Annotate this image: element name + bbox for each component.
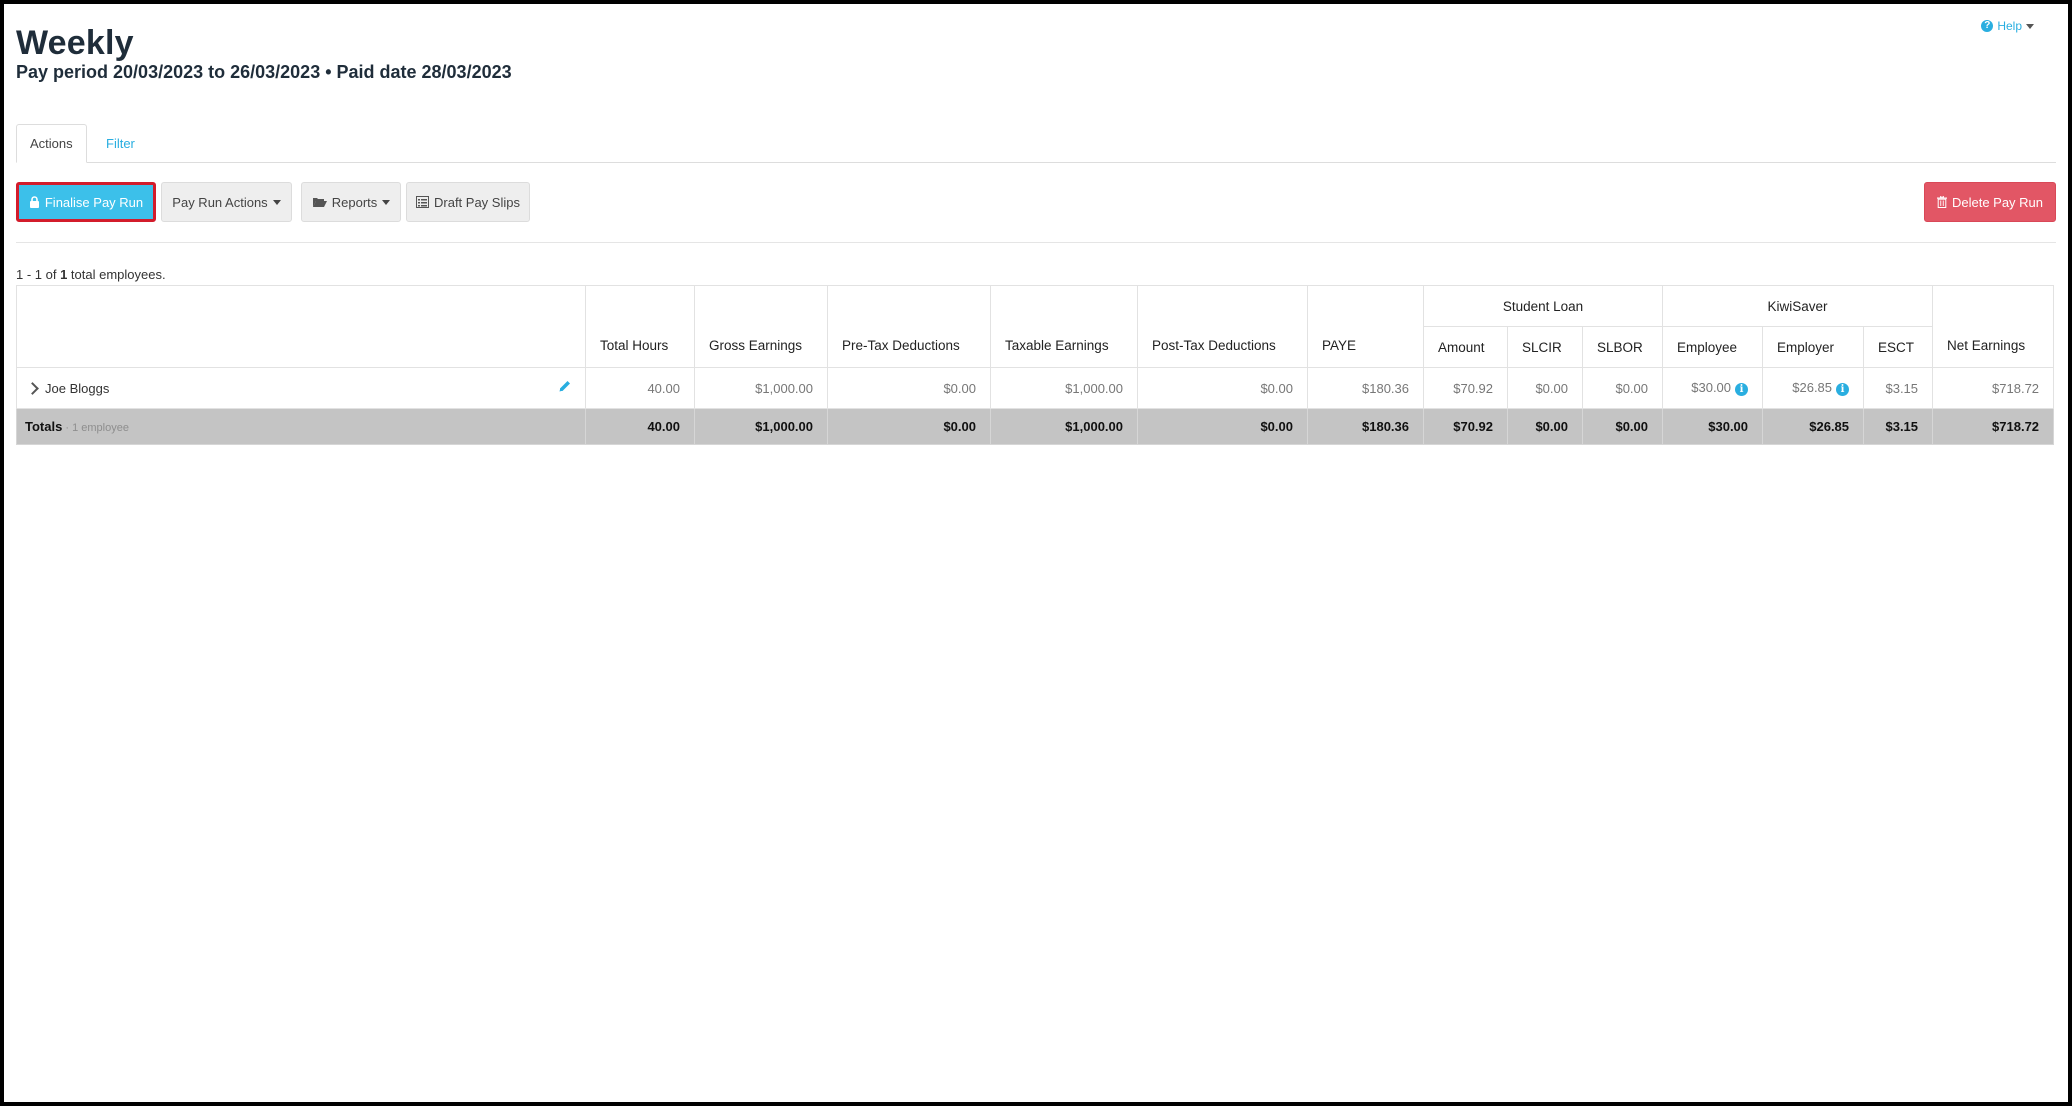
tab-filter[interactable]: Filter [92, 124, 149, 163]
cell-pre-tax-deductions: $0.00 [827, 367, 991, 409]
column-header-pre-tax-deductions: Pre-Tax Deductions [827, 285, 991, 368]
column-header-name [16, 285, 586, 368]
total-ks-employee: $30.00 [1662, 408, 1764, 445]
totals-label-cell: Totals · 1 employee [16, 408, 586, 445]
cell-slcir: $0.00 [1507, 367, 1583, 409]
total-post-tax-deductions: $0.00 [1137, 408, 1308, 445]
total-gross-earnings: $1,000.00 [694, 408, 828, 445]
column-header-ks-employee: Employee [1662, 326, 1764, 368]
draft-pay-slips-label: Draft Pay Slips [434, 194, 520, 210]
table-row[interactable]: Joe Bloggs 40.00 $1,000.00 $0.00 $1,000.… [16, 367, 2055, 409]
action-toolbar: Finalise Pay Run Pay Run Actions Reports… [16, 178, 2056, 243]
caret-down-icon [2026, 23, 2034, 29]
cell-total-hours: 40.00 [585, 367, 695, 409]
cell-sl-amount: $70.92 [1423, 367, 1508, 409]
total-taxable-earnings: $1,000.00 [990, 408, 1138, 445]
pay-run-actions-label: Pay Run Actions [172, 194, 268, 210]
delete-pay-run-button[interactable]: Delete Pay Run [1924, 182, 2056, 222]
column-header-slbor: SLBOR [1581, 326, 1664, 368]
list-alt-icon [416, 196, 429, 208]
column-header-slcir: SLCIR [1507, 326, 1583, 368]
chevron-right-icon[interactable] [26, 381, 39, 395]
column-header-net-earnings: Net Earnings [1932, 285, 2055, 368]
pencil-icon[interactable] [558, 380, 571, 396]
info-circle-icon[interactable]: i [1836, 382, 1850, 396]
total-slcir: $0.00 [1507, 408, 1583, 445]
column-header-post-tax-deductions: Post-Tax Deductions [1137, 285, 1308, 368]
page-title: Weekly [16, 24, 134, 62]
folder-open-icon [312, 196, 327, 208]
total-hours: 40.00 [585, 408, 695, 445]
column-header-taxable-earnings: Taxable Earnings [990, 285, 1138, 368]
column-header-paye: PAYE [1307, 285, 1424, 368]
ks-employee-value: $30.00 [1691, 380, 1732, 396]
column-header-gross-earnings: Gross Earnings [694, 285, 828, 368]
count-range: 1 - 1 of [16, 267, 61, 282]
totals-label: Totals [25, 419, 63, 434]
finalise-pay-run-label: Finalise Pay Run [44, 194, 144, 210]
pay-run-table: Total Hours Gross Earnings Pre-Tax Deduc… [16, 285, 2055, 445]
column-header-ks-employer: Employer [1762, 326, 1865, 368]
trash-icon [1936, 196, 1947, 208]
cell-slbor: $0.00 [1581, 367, 1664, 409]
delete-pay-run-label: Delete Pay Run [1951, 194, 2044, 210]
total-pre-tax-deductions: $0.00 [827, 408, 991, 445]
cell-ks-employer: $26.85 i [1762, 367, 1865, 409]
total-net-earnings: $718.72 [1932, 408, 2055, 445]
ks-employer-value: $26.85 [1792, 380, 1833, 396]
table-header-row: Total Hours Gross Earnings Pre-Tax Deduc… [16, 285, 2055, 368]
cell-gross-earnings: $1,000.00 [694, 367, 828, 409]
total-slbor: $0.00 [1581, 408, 1664, 445]
tab-actions[interactable]: Actions [16, 124, 87, 163]
question-circle-icon: ? [1981, 20, 1994, 32]
reports-label: Reports [331, 194, 378, 210]
column-group-kiwisaver: KiwiSaver [1662, 285, 1934, 327]
cell-esct: $3.15 [1863, 367, 1934, 409]
finalise-pay-run-button[interactable]: Finalise Pay Run [16, 182, 156, 222]
employee-count-summary: 1 - 1 of 1 total employees. [16, 267, 166, 282]
totals-employee-count: · 1 employee [62, 422, 129, 434]
total-esct: $3.15 [1863, 408, 1934, 445]
caret-down-icon [272, 199, 281, 205]
pay-run-actions-dropdown[interactable]: Pay Run Actions [161, 182, 292, 222]
total-sl-amount: $70.92 [1423, 408, 1508, 445]
total-ks-employer: $26.85 [1762, 408, 1865, 445]
pay-run-table-container: Total Hours Gross Earnings Pre-Tax Deduc… [16, 285, 2055, 445]
pay-period-subtitle: Pay period 20/03/2023 to 26/03/2023 • Pa… [16, 62, 512, 82]
cell-net-earnings: $718.72 [1932, 367, 2055, 409]
cell-paye: $180.36 [1307, 367, 1424, 409]
cell-ks-employee: $30.00 i [1662, 367, 1764, 409]
caret-down-icon [382, 199, 391, 205]
total-paye: $180.36 [1307, 408, 1424, 445]
help-dropdown[interactable]: ? Help [1981, 19, 2034, 33]
info-circle-icon[interactable]: i [1735, 382, 1749, 396]
column-header-esct: ESCT [1863, 326, 1934, 368]
totals-row: Totals · 1 employee 40.00 $1,000.00 $0.0… [16, 408, 2055, 445]
count-suffix: total employees. [67, 267, 166, 282]
column-header-total-hours: Total Hours [585, 285, 695, 368]
help-label: Help [1997, 19, 2022, 33]
reports-dropdown[interactable]: Reports [301, 182, 401, 222]
cell-taxable-earnings: $1,000.00 [990, 367, 1138, 409]
column-header-sl-amount: Amount [1423, 326, 1508, 368]
app-window: Weekly Pay period 20/03/2023 to 26/03/20… [4, 4, 2068, 1102]
employee-name-cell[interactable]: Joe Bloggs [16, 367, 586, 409]
tab-bar: Actions Filter [16, 120, 2056, 163]
lock-icon [29, 196, 40, 208]
employee-name[interactable]: Joe Bloggs [45, 381, 109, 396]
draft-pay-slips-button[interactable]: Draft Pay Slips [406, 182, 530, 222]
column-group-student-loan: Student Loan [1422, 285, 1664, 327]
cell-post-tax-deductions: $0.00 [1137, 367, 1308, 409]
